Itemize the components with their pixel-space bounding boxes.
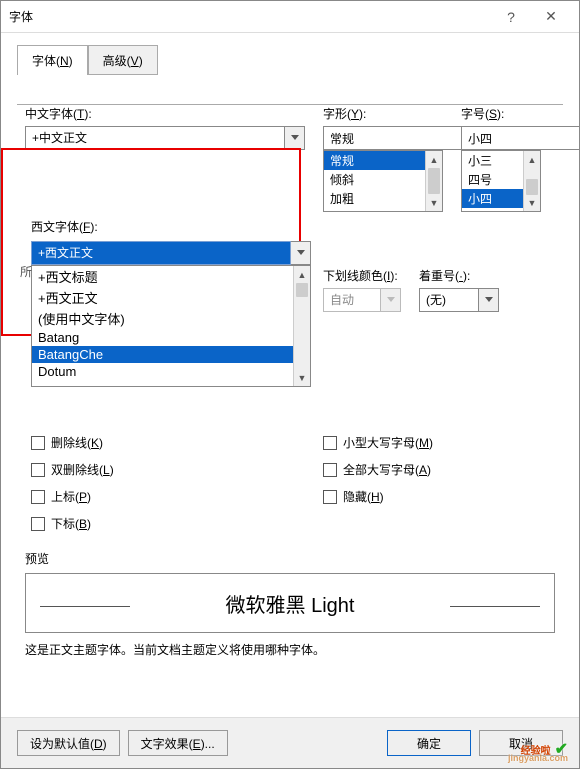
scroll-thumb[interactable] (296, 283, 308, 297)
list-item[interactable]: 倾斜 (324, 170, 425, 189)
dialog-title: 字体 (9, 8, 491, 25)
dropdown-option[interactable]: BatangChe (32, 346, 293, 363)
dropdown-option[interactable]: Batang (32, 329, 293, 346)
preview-text: 微软雅黑 Light (226, 589, 355, 618)
font-size-label: 字号(S): (461, 105, 541, 122)
preview-section: 预览 微软雅黑 Light 这是正文主题字体。当前文档主题定义将使用哪种字体。 (25, 550, 555, 658)
font-dialog: 字体 ? ✕ 字体(N) 高级(V) 中文字体(T): +中文正文 字形(Y): (0, 0, 580, 769)
checkbox-icon[interactable] (31, 517, 45, 531)
checkbox-icon[interactable] (31, 436, 45, 450)
checkbox-label: 上标(P) (51, 488, 91, 505)
scroll-up-icon[interactable]: ▲ (426, 151, 442, 168)
scroll-thumb[interactable] (526, 179, 538, 195)
chinese-font-label: 中文字体(T): (25, 105, 305, 122)
checkbox-smallcaps[interactable]: 小型大写字母(M) (323, 434, 555, 451)
scrollbar[interactable]: ▲ ▼ (425, 151, 442, 211)
font-size-input[interactable] (461, 126, 579, 150)
dropdown-option[interactable]: +西文正文 (32, 287, 293, 308)
emphasis-value: (无) (419, 288, 479, 312)
checkbox-icon[interactable] (323, 436, 337, 450)
scrollbar[interactable]: ▲ ▼ (523, 151, 540, 211)
emphasis-combo[interactable]: (无) (419, 288, 499, 312)
western-font-label: 西文字体(F): (31, 218, 311, 235)
checkbox-icon[interactable] (31, 463, 45, 477)
chevron-down-icon[interactable] (285, 126, 305, 150)
western-font-value[interactable]: +西文正文 (31, 241, 291, 265)
checkbox-label: 删除线(K) (51, 434, 103, 451)
scroll-up-icon[interactable]: ▲ (294, 266, 310, 283)
western-font-dropdown[interactable]: +西文标题 +西文正文 (使用中文字体) Batang BatangChe Do… (31, 265, 311, 387)
tab-advanced-label: 高级(V) (103, 54, 143, 68)
ok-button[interactable]: 确定 (387, 730, 471, 756)
list-item[interactable]: 四号 (462, 170, 523, 189)
list-item[interactable]: 小三 (462, 151, 523, 170)
checkbox-label: 双删除线(L) (51, 461, 114, 478)
help-icon[interactable]: ? (491, 3, 531, 31)
chevron-down-icon[interactable] (291, 241, 311, 265)
chevron-down-icon[interactable] (479, 288, 499, 312)
underline-color-label: 下划线颜色(I): (323, 267, 401, 284)
checkbox-label: 下标(B) (51, 515, 91, 532)
dropdown-option[interactable]: Dotum (32, 363, 293, 380)
scrollbar[interactable]: ▲ ▼ (293, 266, 310, 386)
underline-color-value: 自动 (323, 288, 381, 312)
checkbox-label: 小型大写字母(M) (343, 434, 433, 451)
scroll-down-icon[interactable]: ▼ (524, 194, 540, 211)
list-item[interactable]: 小四 (462, 189, 523, 208)
button-bar: 设为默认值(D) 文字效果(E)... 确定 取消 (1, 717, 579, 768)
list-item[interactable]: 加粗 (324, 189, 425, 208)
button-label: 设为默认值(D) (30, 735, 107, 752)
checkbox-hidden[interactable]: 隐藏(H) (323, 488, 555, 505)
text-effects-button[interactable]: 文字效果(E)... (128, 730, 228, 756)
preview-line-left (40, 606, 130, 607)
scroll-up-icon[interactable]: ▲ (524, 151, 540, 168)
checkbox-double-strikethrough[interactable]: 双删除线(L) (31, 461, 263, 478)
set-default-button[interactable]: 设为默认值(D) (17, 730, 120, 756)
tab-bar: 字体(N) 高级(V) (17, 45, 579, 75)
list-item[interactable]: 常规 (324, 151, 425, 170)
watermark: 经验啦 ✔ jingyanla.com (521, 739, 568, 759)
dropdown-option[interactable]: (使用中文字体) (32, 308, 293, 329)
chevron-down-icon[interactable] (381, 288, 401, 312)
tab-font-label: 字体(N) (32, 54, 73, 68)
all-text-label: 所 (20, 263, 32, 280)
tab-advanced[interactable]: 高级(V) (88, 45, 158, 75)
checkbox-allcaps[interactable]: 全部大写字母(A) (323, 461, 555, 478)
font-style-label: 字形(Y): (323, 105, 443, 122)
preview-box: 微软雅黑 Light (25, 573, 555, 633)
button-label: 文字效果(E)... (141, 735, 215, 752)
checkbox-subscript[interactable]: 下标(B) (31, 515, 263, 532)
chinese-font-combo[interactable]: +中文正文 (25, 126, 305, 150)
scroll-thumb[interactable] (428, 168, 440, 194)
tab-divider (17, 104, 563, 105)
preview-label: 预览 (25, 550, 555, 567)
checkbox-icon[interactable] (31, 490, 45, 504)
close-icon[interactable]: ✕ (531, 3, 571, 31)
tab-panel: 中文字体(T): +中文正文 字形(Y): 常规 倾斜 加粗 (1, 75, 579, 717)
scroll-down-icon[interactable]: ▼ (294, 369, 310, 386)
checkbox-label: 隐藏(H) (343, 488, 384, 505)
underline-color-combo[interactable]: 自动 (323, 288, 401, 312)
dropdown-option[interactable]: +西文标题 (32, 266, 293, 287)
titlebar: 字体 ? ✕ (1, 1, 579, 33)
preview-note: 这是正文主题字体。当前文档主题定义将使用哪种字体。 (25, 641, 555, 658)
checkbox-icon[interactable] (323, 463, 337, 477)
preview-line-right (450, 606, 540, 607)
button-label: 确定 (417, 735, 441, 752)
tab-font[interactable]: 字体(N) (17, 45, 88, 75)
checkbox-icon[interactable] (323, 490, 337, 504)
checkbox-superscript[interactable]: 上标(P) (31, 488, 263, 505)
font-style-list[interactable]: 常规 倾斜 加粗 ▲ ▼ (323, 150, 443, 212)
font-size-list[interactable]: 小三 四号 小四 ▲ ▼ (461, 150, 541, 212)
checkbox-strikethrough[interactable]: 删除线(K) (31, 434, 263, 451)
western-font-combo[interactable]: +西文正文 (31, 241, 311, 265)
checkbox-label: 全部大写字母(A) (343, 461, 431, 478)
chinese-font-value[interactable]: +中文正文 (25, 126, 285, 150)
effects-section: 效果 删除线(K) 双删除线(L) 上标(P) 下标(B) 小型大写字母(M) … (25, 407, 555, 542)
emphasis-label: 着重号(·): (419, 267, 499, 284)
scroll-down-icon[interactable]: ▼ (426, 194, 442, 211)
